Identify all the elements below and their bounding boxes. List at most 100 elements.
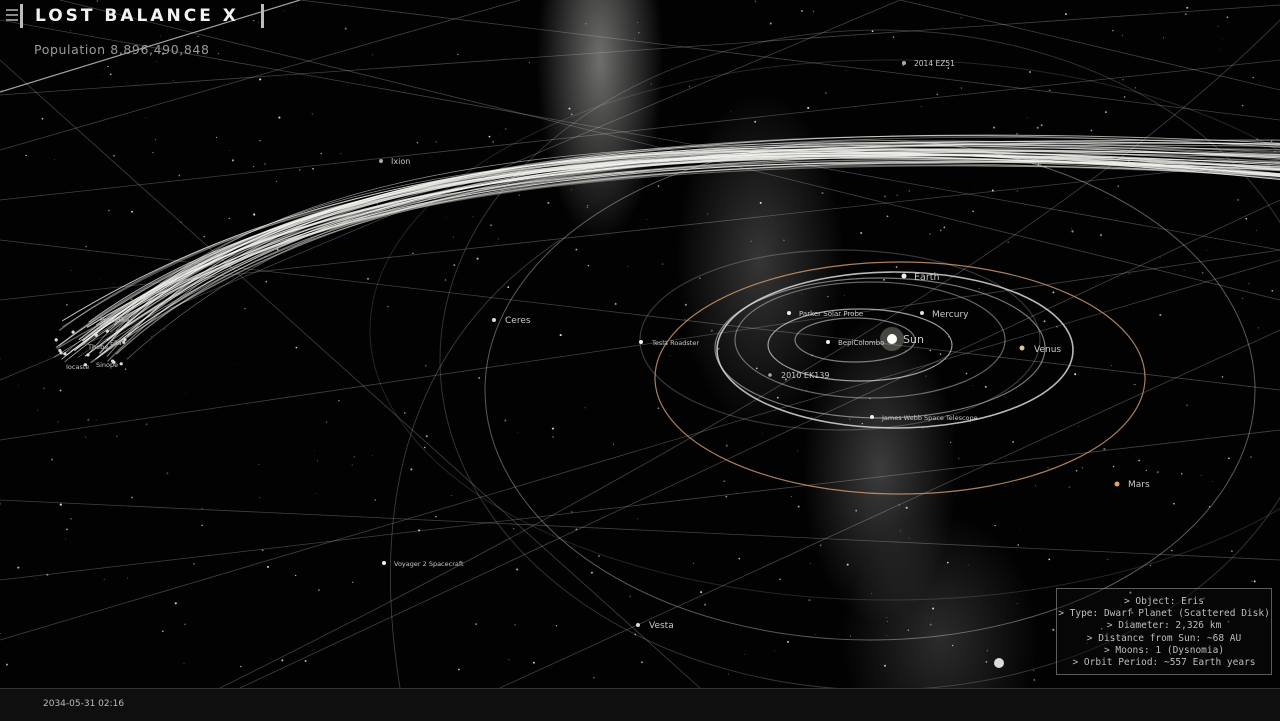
- star: [943, 227, 945, 229]
- mercury-marker[interactable]: [920, 311, 924, 315]
- voyager-label[interactable]: Voyager 2 Spacecraft: [394, 560, 464, 568]
- moon-trajectory: [108, 145, 1280, 361]
- moon-marker[interactable]: [55, 338, 58, 341]
- star: [6, 664, 8, 666]
- star: [770, 22, 772, 24]
- star: [940, 353, 942, 355]
- mars-marker[interactable]: [1115, 482, 1120, 487]
- star: [1065, 13, 1067, 15]
- moon-marker[interactable]: [123, 338, 126, 341]
- moon-marker[interactable]: [106, 330, 109, 333]
- star: [762, 433, 763, 434]
- earth-marker[interactable]: [902, 274, 907, 279]
- mercury-label[interactable]: Mercury: [932, 310, 969, 320]
- venus-marker[interactable]: [1020, 346, 1025, 351]
- sun-label[interactable]: Sun: [903, 333, 924, 346]
- ez51-marker[interactable]: [902, 61, 906, 65]
- ixion-label[interactable]: Ixion: [391, 157, 410, 166]
- star: [726, 445, 728, 447]
- star: [1201, 475, 1202, 476]
- tesla-label[interactable]: Tesla Roadster: [651, 339, 699, 347]
- star: [985, 386, 987, 388]
- jwst-marker[interactable]: [870, 415, 874, 419]
- star: [756, 368, 758, 370]
- vesta-marker[interactable]: [636, 623, 640, 627]
- star: [492, 141, 494, 143]
- star: [478, 377, 480, 379]
- ez51-label[interactable]: 2014 EZ51: [914, 59, 955, 68]
- moon-marker[interactable]: [95, 334, 98, 337]
- ixion-marker[interactable]: [379, 159, 383, 163]
- tesla-marker[interactable]: [639, 340, 643, 344]
- ella-label[interactable]: Ella: [110, 339, 122, 347]
- vesta-label[interactable]: Vesta: [649, 621, 674, 631]
- star: [926, 618, 927, 619]
- star: [270, 658, 271, 659]
- venus-label[interactable]: Venus: [1034, 345, 1061, 355]
- moon-trajectory: [99, 143, 1280, 356]
- star: [507, 286, 509, 288]
- star: [1185, 13, 1187, 15]
- ceres-marker[interactable]: [492, 318, 496, 322]
- ek139-marker[interactable]: [768, 373, 772, 377]
- thebe-label[interactable]: Thebe: [87, 343, 108, 351]
- ceres-label[interactable]: Ceres: [505, 316, 531, 326]
- star: [979, 288, 980, 289]
- star: [1082, 467, 1084, 469]
- star: [1047, 467, 1048, 468]
- star: [952, 645, 954, 647]
- star: [1129, 274, 1130, 275]
- star: [887, 621, 888, 622]
- moon-marker[interactable]: [120, 362, 123, 365]
- star: [585, 23, 587, 25]
- star: [107, 66, 108, 67]
- sinope-label[interactable]: Sinope: [96, 361, 118, 369]
- bepi-marker[interactable]: [826, 340, 830, 344]
- star: [345, 28, 347, 30]
- parker-label[interactable]: Parker Solar Probe: [799, 310, 863, 318]
- star: [51, 459, 53, 461]
- star: [568, 108, 570, 110]
- bepi-label[interactable]: BepiColombo: [838, 339, 884, 347]
- solar-system-map[interactable]: Sun Earth Mercury Venus Mars Ceres Vesta…: [0, 0, 1280, 688]
- star: [70, 518, 71, 519]
- star: [1052, 629, 1054, 631]
- jwst-label[interactable]: James Webb Space Telescope: [881, 414, 978, 422]
- star: [774, 650, 775, 651]
- star: [451, 495, 452, 496]
- ek139-label[interactable]: 2010 EK139: [781, 371, 829, 380]
- moon-marker[interactable]: [60, 351, 63, 354]
- praxidike-label[interactable]: Praxidike: [100, 316, 130, 324]
- earth-label[interactable]: Earth: [914, 272, 939, 283]
- star: [85, 436, 86, 437]
- star: [517, 432, 518, 433]
- space-viewport[interactable]: Sun Earth Mercury Venus Mars Ceres Vesta…: [0, 0, 1280, 688]
- star: [1049, 90, 1050, 91]
- voyager-marker[interactable]: [382, 561, 386, 565]
- star: [1159, 314, 1161, 316]
- star: [1071, 228, 1072, 229]
- star: [1035, 485, 1036, 486]
- star: [410, 468, 412, 470]
- mars-label[interactable]: Mars: [1128, 480, 1150, 490]
- star: [0, 503, 1, 504]
- star: [598, 555, 600, 557]
- star: [1242, 298, 1243, 299]
- star: [185, 393, 186, 394]
- moon-marker[interactable]: [63, 352, 66, 355]
- star: [472, 216, 473, 217]
- moon-marker[interactable]: [122, 341, 125, 344]
- info-distance: > Distance from Sun: ~68 AU: [1057, 633, 1271, 645]
- star: [264, 163, 266, 165]
- star: [278, 117, 280, 119]
- parker-marker[interactable]: [787, 311, 791, 315]
- iocaste-label[interactable]: Iocaste: [66, 363, 89, 371]
- star: [827, 296, 828, 297]
- star: [637, 22, 638, 23]
- star: [131, 496, 133, 498]
- star: [1186, 404, 1188, 406]
- moon-marker[interactable]: [86, 353, 89, 356]
- star: [613, 444, 614, 445]
- star: [825, 92, 826, 93]
- moon-marker[interactable]: [72, 331, 75, 334]
